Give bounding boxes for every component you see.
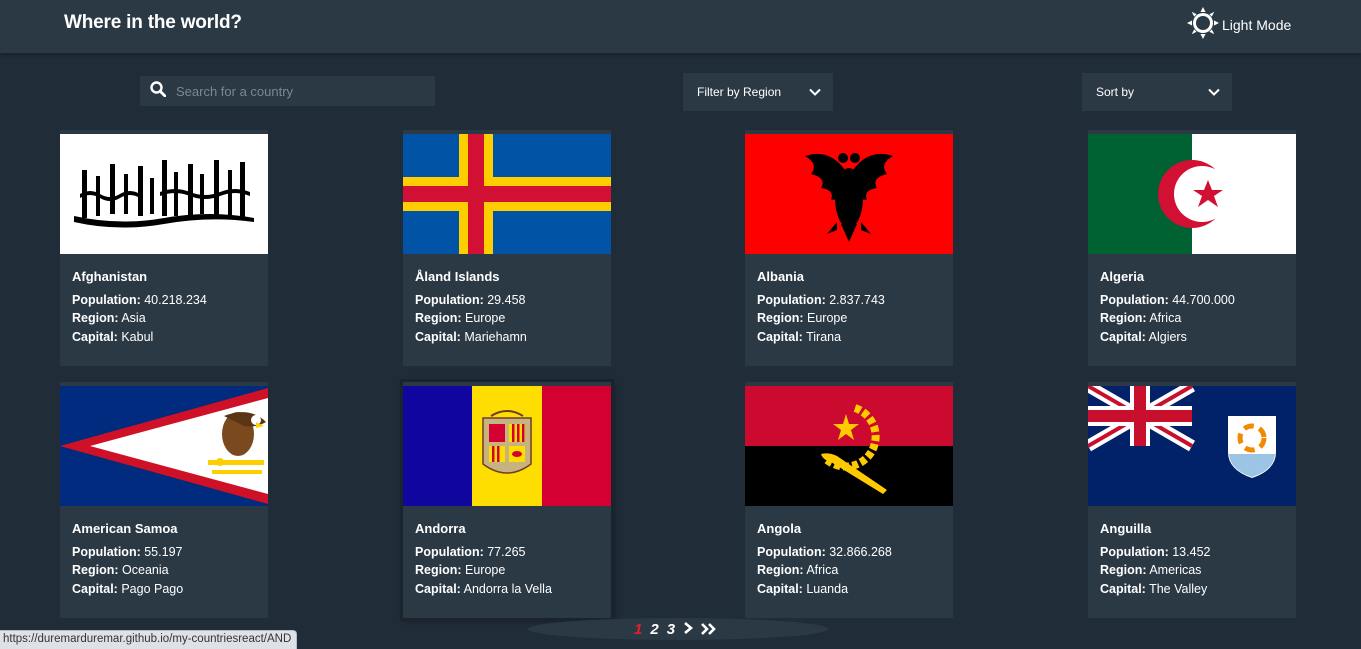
country-card[interactable]: Anguilla Population: 13.452 Region: Amer… xyxy=(1088,382,1296,618)
browser-status-bar: https://duremarduremar.github.io/my-coun… xyxy=(0,630,298,649)
capital-row: Capital: Pago Pago xyxy=(72,581,184,596)
region-row: Region: Europe xyxy=(757,311,848,325)
country-name: Anguilla xyxy=(1100,521,1152,536)
flag-anguilla xyxy=(1088,386,1296,506)
region-row: Region: Europe xyxy=(415,563,506,577)
country-card[interactable]: Åland Islands Population: 29.458 Region:… xyxy=(403,130,611,366)
region-row: Region: Asia xyxy=(72,311,146,325)
region-row: Region: Oceania xyxy=(72,563,169,577)
population-row: Population: 2.837.743 xyxy=(757,292,885,307)
population-row: Population: 13.452 xyxy=(1100,544,1211,559)
next-page-icon[interactable] xyxy=(683,621,694,638)
flag-angola xyxy=(745,386,953,506)
region-row: Region: Africa xyxy=(757,563,839,577)
search-icon xyxy=(140,80,167,102)
country-name: Algeria xyxy=(1100,269,1145,284)
sun-icon xyxy=(1186,6,1220,45)
country-name: Andorra xyxy=(415,521,466,536)
search-input[interactable] xyxy=(176,83,416,99)
capital-row: Capital: Luanda xyxy=(757,581,849,596)
search-box[interactable] xyxy=(140,76,435,106)
chevron-down-icon xyxy=(809,85,821,99)
country-name: American Samoa xyxy=(72,521,178,536)
country-card[interactable]: Andorra Population: 77.265 Region: Europ… xyxy=(403,382,611,618)
capital-row: Capital: Tirana xyxy=(757,329,842,344)
capital-row: Capital: Kabul xyxy=(72,329,154,344)
country-card[interactable]: Albania Population: 2.837.743 Region: Eu… xyxy=(745,130,953,366)
population-row: Population: 77.265 xyxy=(415,544,526,559)
capital-row: Capital: Algiers xyxy=(1100,329,1187,344)
country-card[interactable]: Angola Population: 32.866.268 Region: Af… xyxy=(745,382,953,618)
population-row: Population: 32.866.268 xyxy=(757,544,892,559)
flag-andorra xyxy=(403,386,611,506)
region-row: Region: Americas xyxy=(1100,563,1202,577)
country-name: Angola xyxy=(757,521,802,536)
region-filter-dropdown[interactable]: Filter by Region xyxy=(683,73,833,111)
population-row: Population: 29.458 xyxy=(415,292,526,307)
pagination: 1 2 3 xyxy=(634,619,718,639)
country-card[interactable]: Algeria Population: 44.700.000 Region: A… xyxy=(1088,130,1296,366)
capital-row: Capital: Mariehamn xyxy=(415,329,527,344)
light-mode-toggle[interactable]: Light Mode xyxy=(1186,6,1292,45)
flag-aland-islands xyxy=(403,134,611,254)
page-link-1[interactable]: 1 xyxy=(634,621,642,638)
app-header: Where in the world? Light Mode xyxy=(0,0,1361,53)
app-title: Where in the world? xyxy=(64,12,242,33)
region-row: Region: Africa xyxy=(1100,311,1182,325)
population-row: Population: 55.197 xyxy=(72,544,183,559)
country-name: Afghanistan xyxy=(72,269,148,284)
country-name: Albania xyxy=(757,269,804,284)
flag-albania xyxy=(745,134,953,254)
page-link-2[interactable]: 2 xyxy=(650,621,658,638)
region-row: Region: Europe xyxy=(415,311,506,325)
page-link-3[interactable]: 3 xyxy=(667,621,675,638)
mode-label: Light Mode xyxy=(1222,17,1292,33)
country-card[interactable]: Afghanistan Population: 40.218.234 Regio… xyxy=(60,130,268,366)
flag-algeria xyxy=(1088,134,1296,254)
sort-dropdown[interactable]: Sort by xyxy=(1082,73,1232,111)
population-row: Population: 44.700.000 xyxy=(1100,292,1235,307)
filter-label: Filter by Region xyxy=(697,85,782,99)
capital-row: Capital: The Valley xyxy=(1100,581,1208,596)
sort-label: Sort by xyxy=(1096,85,1135,99)
country-name: Åland Islands xyxy=(415,269,500,284)
capital-row: Capital: Andorra la Vella xyxy=(415,581,552,596)
country-card[interactable]: American Samoa Population: 55.197 Region… xyxy=(60,382,268,618)
last-page-icon[interactable] xyxy=(701,623,718,635)
flag-afghanistan xyxy=(60,134,268,254)
chevron-down-icon xyxy=(1208,85,1220,99)
flag-american-samoa xyxy=(60,386,268,506)
population-row: Population: 40.218.234 xyxy=(72,292,207,307)
